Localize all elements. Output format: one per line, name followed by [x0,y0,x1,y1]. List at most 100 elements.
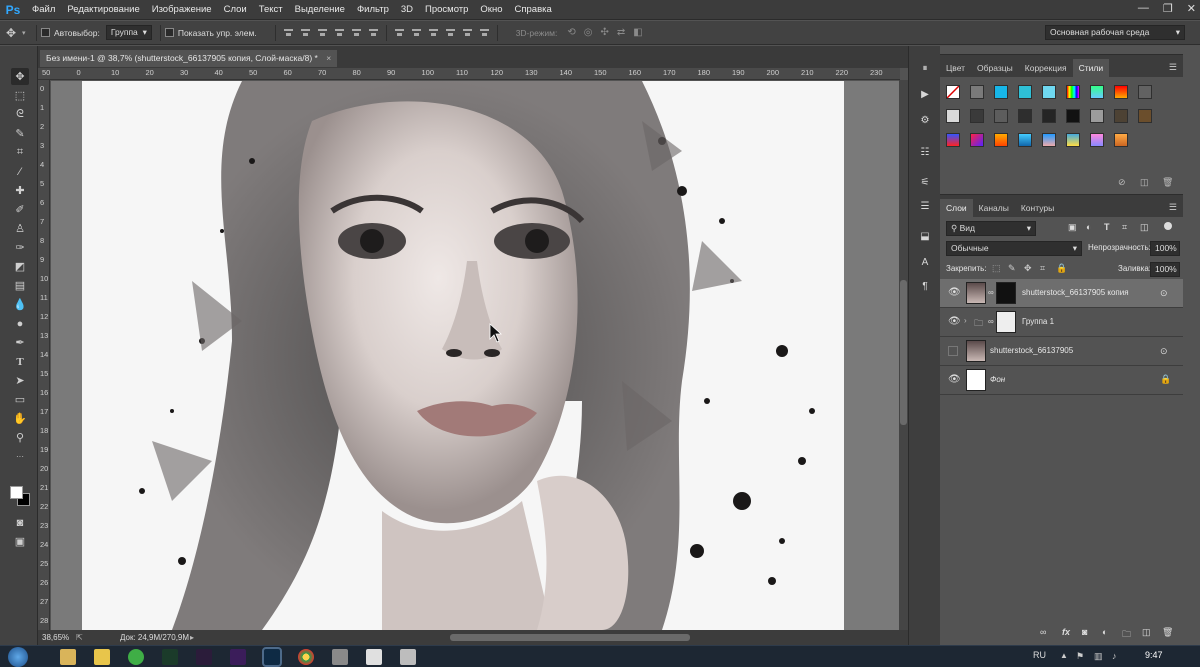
delete-layer-icon[interactable]: 🗑 [1162,627,1173,638]
move-tool-icon[interactable]: ✥ [11,68,29,85]
calculator-icon[interactable] [400,649,416,665]
show-transform-checkbox[interactable] [164,28,174,37]
style-swatch[interactable] [946,109,960,123]
style-swatch[interactable] [1018,109,1032,123]
menu-view[interactable]: Просмотр [419,0,474,20]
type-tool-icon[interactable]: T [11,353,29,370]
align-hcenter-icon[interactable] [351,27,362,38]
opacity-field[interactable]: 100% [1150,241,1180,256]
collapse-panels-icon[interactable]: ⏸ [917,60,933,76]
volume-icon[interactable]: ♪ [1112,651,1117,661]
tab-swatches[interactable]: Образцы [971,59,1019,77]
blend-mode-dropdown[interactable]: Обычные ▾ [946,241,1082,256]
media-icon[interactable] [94,649,110,665]
eye-icon[interactable]: 👁 [948,288,961,298]
layer-name[interactable]: Фон [990,375,1005,384]
style-swatch[interactable] [1066,109,1080,123]
style-swatch[interactable] [994,85,1008,99]
character-icon[interactable]: A [917,254,933,270]
layer-row[interactable]: 👁 › 🗀 ∞ Группа 1 [940,308,1183,337]
group-mask-thumbnail[interactable] [996,311,1016,333]
style-swatch[interactable] [1090,109,1104,123]
tray-up-icon[interactable]: ▲ [1060,651,1068,660]
chrome-icon[interactable] [298,649,314,665]
brush-presets-icon[interactable]: ☷ [917,144,933,160]
layer-row[interactable]: 👁 ∞ shutterstock_66137905 копия ⊙ [940,279,1183,308]
add-mask-icon[interactable]: ◙ [1082,627,1087,637]
blur-tool-icon[interactable]: 💧 [11,296,29,313]
autoselect-checkbox[interactable] [41,28,50,37]
dodge-tool-icon[interactable]: ● [11,315,29,332]
actions-icon[interactable]: ▶ [917,86,933,102]
menu-help[interactable]: Справка [509,0,558,20]
flag-icon[interactable]: ⚑ [1076,651,1084,662]
menu-layers[interactable]: Слои [218,0,253,20]
eraser-tool-icon[interactable]: ◩ [11,258,29,275]
distribute-vcenter-icon[interactable] [411,27,422,38]
style-swatch[interactable] [1042,85,1056,99]
lock-artboard-icon[interactable]: ⌗ [1040,263,1045,274]
workspace-dropdown[interactable]: Основная рабочая среда ▾ [1045,25,1185,40]
app-icon[interactable] [162,649,178,665]
foreground-color-swatch[interactable] [10,486,23,499]
gradient-tool-icon[interactable]: ▤ [11,277,29,294]
tab-paths[interactable]: Контуры [1015,199,1060,217]
expand-chevron-icon[interactable]: › [964,316,967,325]
style-swatch[interactable] [1018,133,1032,147]
tab-close-button[interactable]: × [326,53,331,63]
eye-hidden-icon[interactable] [948,346,958,356]
menu-select[interactable]: Выделение [289,0,351,20]
tab-layers[interactable]: Слои [940,199,973,217]
3d-drag-icon[interactable]: ✣ [601,27,609,38]
layer-row[interactable]: shutterstock_66137905 ⊙ [940,337,1183,366]
quick-mask-icon[interactable]: ◙ [11,514,29,531]
document-tab[interactable]: Без имени-1 @ 38,7% (shutterstock_661379… [40,50,338,67]
filter-adjustment-icon[interactable]: ◐ [1086,222,1091,232]
style-swatch[interactable] [1138,109,1152,123]
menu-window[interactable]: Окно [474,0,508,20]
app-green-icon[interactable] [128,649,144,665]
menu-3d[interactable]: 3D [395,0,419,20]
style-swatch[interactable] [970,109,984,123]
more-tools-icon[interactable]: ··· [11,448,29,465]
style-swatch[interactable] [1114,85,1128,99]
quick-select-tool-icon[interactable]: ✎ [11,125,29,142]
crop-tool-icon[interactable]: ⌗ [11,144,29,161]
filter-type-icon[interactable]: T [1104,222,1110,232]
screen-mode-icon[interactable]: ▣ [11,533,29,550]
fx-icon[interactable]: fx [1062,627,1070,637]
style-swatch[interactable] [1066,85,1080,99]
panel-menu-icon[interactable]: ☰ [1169,202,1177,213]
3d-slide-icon[interactable]: ⇄ [617,27,625,38]
filter-toggle-icon[interactable] [1164,222,1172,230]
link-layers-icon[interactable]: ∞ [1040,627,1046,637]
layer-filter-dropdown[interactable]: ⚲ Вид ▾ [946,221,1036,236]
align-bottom-icon[interactable] [317,27,328,38]
style-swatch[interactable] [1114,133,1128,147]
healing-brush-tool-icon[interactable]: ✚ [11,182,29,199]
tab-styles[interactable]: Стили [1072,59,1110,77]
clear-style-icon[interactable]: ⊘ [1118,177,1126,188]
distribute-right-icon[interactable] [479,27,490,38]
distribute-hcenter-icon[interactable] [462,27,473,38]
3d-scale-icon[interactable]: ◧ [633,27,642,38]
menu-file[interactable]: Файл [26,0,61,20]
lock-transparent-icon[interactable]: ⬚ [992,263,1001,274]
style-swatch[interactable] [1018,85,1032,99]
distribute-bottom-icon[interactable] [428,27,439,38]
style-swatch[interactable] [1066,133,1080,147]
style-swatch[interactable] [1138,85,1152,99]
delete-style-icon[interactable]: 🗑 [1162,177,1173,188]
tool-preset-dropdown[interactable]: ▾ [22,29,32,37]
explorer-icon[interactable] [60,649,76,665]
canvas-area[interactable] [51,81,900,630]
eye-icon[interactable]: 👁 [948,317,961,327]
tab-channels[interactable]: Каналы [973,199,1015,217]
layer-mask-thumbnail[interactable] [996,282,1016,304]
adjustment-layer-icon[interactable]: ◐ [1102,627,1107,637]
lock-all-icon[interactable]: 🔒 [1056,263,1067,274]
share-icon[interactable]: ⇱ [76,630,83,645]
style-swatch[interactable] [1090,133,1104,147]
tab-adjustments[interactable]: Коррекция [1019,59,1073,77]
filter-shape-icon[interactable]: ⌗ [1122,222,1127,233]
